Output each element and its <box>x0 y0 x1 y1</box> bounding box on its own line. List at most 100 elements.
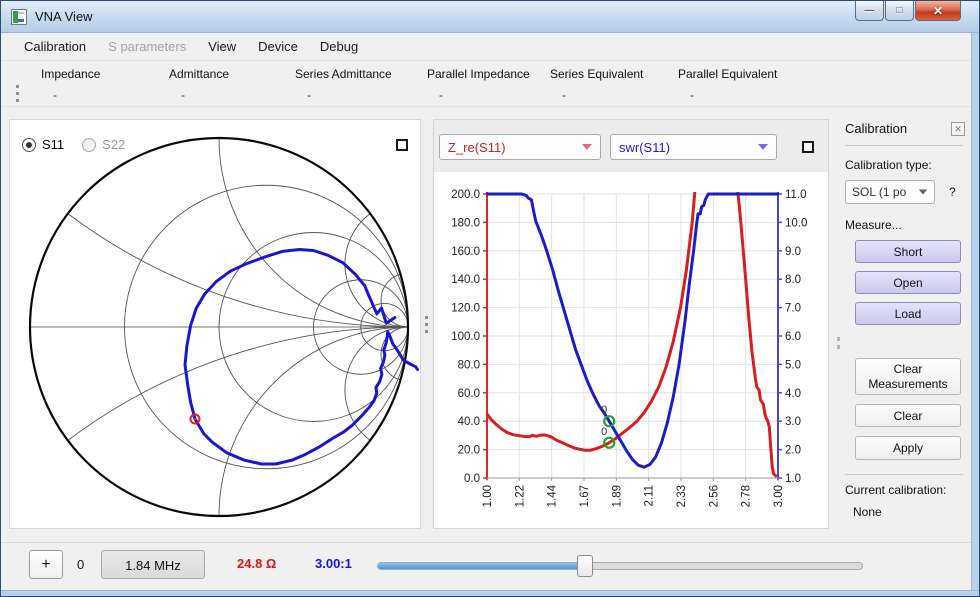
svg-text:5.0: 5.0 <box>785 359 801 371</box>
svg-text:1.00: 1.00 <box>482 485 494 507</box>
slider-fill <box>378 563 585 569</box>
apply-button[interactable]: Apply <box>855 436 961 460</box>
app-icon <box>11 9 27 25</box>
toolbar-label: Impedance <box>41 67 100 81</box>
series-z-re-s11 <box>487 120 776 476</box>
sidebar-title: Calibration <box>845 121 907 136</box>
radio-s11-label: S11 <box>42 137 64 152</box>
window-title: VNA View <box>35 9 93 24</box>
smith-expand-icon[interactable] <box>396 139 408 151</box>
toolbar-grip-icon[interactable] <box>16 85 20 102</box>
frequency-slider[interactable] <box>377 562 863 570</box>
marker-index: 0 <box>77 557 84 572</box>
splitter-grip-icon[interactable] <box>425 316 429 333</box>
svg-text:200.0: 200.0 <box>451 189 480 201</box>
svg-text:0.0: 0.0 <box>464 473 480 485</box>
chevron-down-icon <box>758 144 768 150</box>
measure-label: Measure... <box>845 218 965 232</box>
current-calibration-label: Current calibration: <box>845 483 965 497</box>
svg-text:3.0: 3.0 <box>785 416 801 428</box>
sidebar-grip-icon <box>837 337 840 349</box>
xy-plot-panel: Z_re(S11) swr(S11) 200.011.0180.010.0160… <box>433 119 829 529</box>
svg-text:40.0: 40.0 <box>458 416 480 428</box>
trace-selector: S11 S22 <box>22 137 125 152</box>
toolbar-value: - <box>439 88 530 102</box>
toolbar-col-series-admittance: Series Admittance - <box>295 67 392 102</box>
short-button[interactable]: Short <box>855 240 961 263</box>
window-controls: — □ ✕ <box>854 1 961 21</box>
slider-thumb[interactable] <box>577 555 593 577</box>
menu-bar: CalibrationS parametersViewDeviceDebug <box>1 33 979 61</box>
toolbar-col-parallel-equivalent: Parallel Equivalent- <box>678 67 777 102</box>
radio-s22[interactable]: S22 <box>82 137 125 152</box>
title-bar: VNA View — □ ✕ <box>1 1 979 33</box>
toolbar-col-admittance: Admittance - <box>169 67 229 102</box>
left-trace-dropdown[interactable]: Z_re(S11) <box>439 134 601 160</box>
menu-item-view[interactable]: View <box>197 35 247 58</box>
menu-item-device[interactable]: Device <box>247 35 309 58</box>
toolbar-label: Series Admittance <box>295 67 392 81</box>
panel-splitter[interactable] <box>421 119 433 529</box>
toolbar-value: - <box>53 88 100 102</box>
svg-text:1.89: 1.89 <box>611 485 623 507</box>
svg-text:100.0: 100.0 <box>451 331 480 343</box>
svg-text:180.0: 180.0 <box>451 217 480 229</box>
radio-s11-dot-icon[interactable] <box>22 138 36 152</box>
menu-item-debug[interactable]: Debug <box>309 35 369 58</box>
load-button[interactable]: Load <box>855 302 961 325</box>
svg-text:80.0: 80.0 <box>458 359 480 371</box>
toolbar-label: Parallel Impedance <box>427 67 530 81</box>
minimize-button[interactable]: — <box>855 1 884 21</box>
radio-s22-dot-icon[interactable] <box>82 138 96 152</box>
toolbar-col-parallel-impedance: Parallel Impedance - <box>427 67 530 102</box>
menu-item-s-parameters: S parameters <box>97 35 197 58</box>
right-trace-dropdown[interactable]: swr(S11) <box>610 134 777 160</box>
add-marker-button[interactable]: + <box>29 550 63 579</box>
calibration-type-dropdown[interactable]: SOL (1 po <box>845 180 935 204</box>
calibration-sidebar: Calibration ✕ Calibration type: SOL (1 p… <box>829 119 971 536</box>
toolbar-col-series-equivalent: Series Equivalent - <box>550 67 643 102</box>
svg-text:140.0: 140.0 <box>451 274 480 286</box>
xy-plot: 200.011.0180.010.0160.09.0140.08.0120.07… <box>434 120 830 528</box>
current-calibration-value: None <box>853 505 965 519</box>
svg-text:9.0: 9.0 <box>785 246 801 258</box>
sidebar-close-icon[interactable]: ✕ <box>951 122 965 136</box>
clear-button[interactable]: Clear <box>855 404 961 427</box>
divider <box>845 474 963 475</box>
svg-text:1.67: 1.67 <box>579 485 591 507</box>
toolbar-value: - <box>562 88 643 102</box>
chevron-down-icon <box>919 189 928 194</box>
toolbar-value: - <box>307 88 392 102</box>
calibration-type-label: Calibration type: <box>845 158 965 172</box>
divider <box>845 145 963 146</box>
calibration-type-value: SOL (1 po <box>852 185 906 199</box>
toolbar-label: Series Equivalent <box>550 67 643 81</box>
toolbar-value: - <box>181 88 229 102</box>
s11-trace <box>185 250 418 465</box>
menu-item-calibration[interactable]: Calibration <box>13 35 97 58</box>
svg-text:0: 0 <box>601 426 607 438</box>
frequency-button[interactable]: 1.84 MHz <box>101 550 205 579</box>
smith-grid <box>30 138 408 516</box>
svg-text:11.0: 11.0 <box>785 189 807 201</box>
open-button[interactable]: Open <box>855 271 961 294</box>
toolbar-label: Parallel Equivalent <box>678 67 777 81</box>
smith-chart <box>10 120 422 528</box>
window-border <box>971 33 979 597</box>
close-button[interactable]: ✕ <box>915 1 961 21</box>
plot-expand-icon[interactable] <box>802 141 814 153</box>
radio-s11[interactable]: S11 <box>22 137 64 152</box>
clear-measurements-button[interactable]: Clear Measurements <box>855 358 961 395</box>
svg-text:6.0: 6.0 <box>785 331 801 343</box>
smith-chart-panel: S11 S22 <box>9 119 421 529</box>
left-trace-dropdown-value: Z_re(S11) <box>448 140 506 155</box>
svg-text:7.0: 7.0 <box>785 303 801 315</box>
toolbar-label: Admittance <box>169 67 229 81</box>
maximize-button[interactable]: □ <box>885 1 914 21</box>
svg-text:8.0: 8.0 <box>785 274 801 286</box>
svg-text:3.00: 3.00 <box>773 485 785 507</box>
help-link[interactable]: ? <box>949 185 956 199</box>
svg-text:20.0: 20.0 <box>458 445 480 457</box>
svg-text:2.11: 2.11 <box>644 485 656 507</box>
svg-text:2.33: 2.33 <box>676 485 688 507</box>
